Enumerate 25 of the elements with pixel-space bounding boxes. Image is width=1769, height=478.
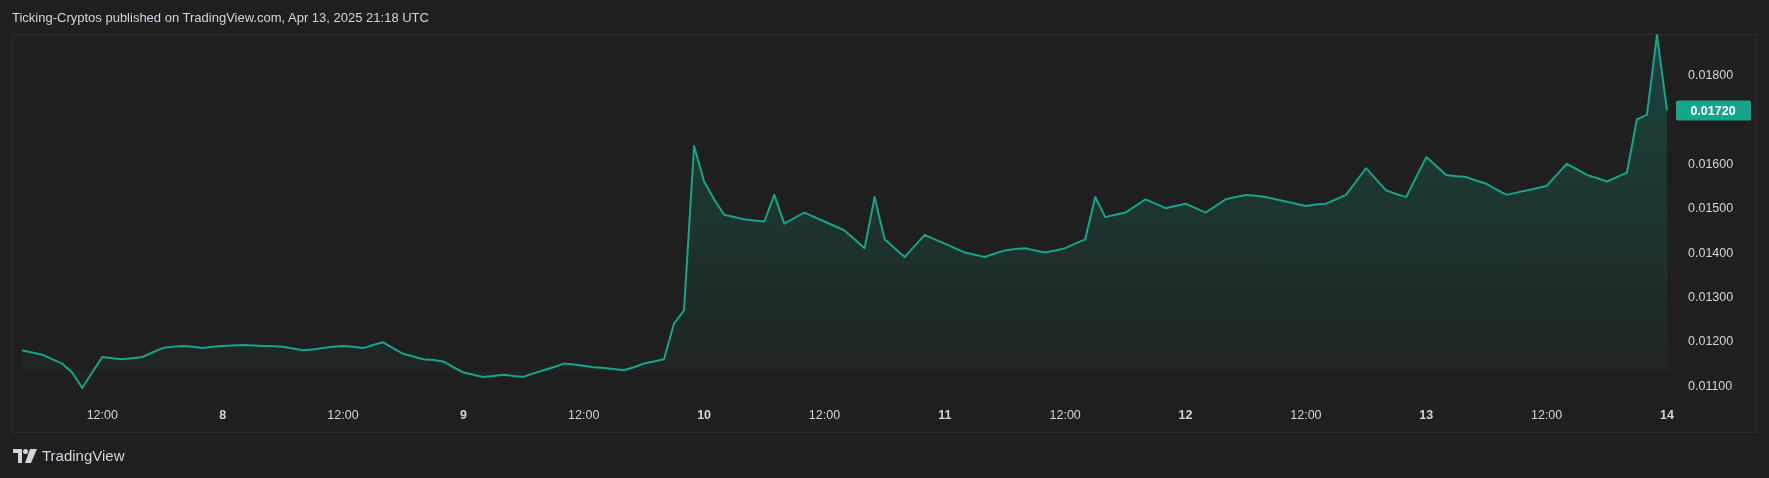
y-axis-label: 0.01100 bbox=[1688, 378, 1733, 393]
x-axis-label: 13 bbox=[1419, 408, 1434, 422]
x-axis-label: 11 bbox=[938, 408, 952, 422]
y-axis-label: 0.01300 bbox=[1688, 290, 1734, 304]
y-axis-label: 0.01600 bbox=[1688, 156, 1734, 171]
x-axis-label: 12:00 bbox=[327, 408, 359, 422]
x-axis-label: 12:00 bbox=[86, 408, 118, 422]
brand-name: TradingView bbox=[42, 447, 125, 464]
y-axis-label: 0.01500 bbox=[1688, 201, 1734, 216]
x-axis-label: 12:00 bbox=[568, 408, 600, 422]
x-axis-label: 14 bbox=[1660, 408, 1674, 422]
x-axis-label: 9 bbox=[459, 408, 467, 422]
x-axis-label: 12:00 bbox=[1531, 408, 1563, 422]
y-axis-label: 0.01200 bbox=[1688, 334, 1734, 349]
x-axis-label: 10 bbox=[697, 408, 712, 422]
x-axis-label: 12:00 bbox=[808, 408, 841, 422]
x-axis-label: 12:00 bbox=[1290, 408, 1322, 422]
x-axis-label: 12 bbox=[1178, 408, 1193, 422]
x-axis-label: 12:00 bbox=[1049, 408, 1081, 422]
x-axis-label: 8 bbox=[219, 408, 227, 422]
y-axis-label: 0.01400 bbox=[1688, 245, 1734, 260]
publication-caption: Ticking-Cryptos published on TradingView.com, Apr 13, 2025 21:18 UTC bbox=[12, 9, 429, 25]
y-axis-label: 0.01800 bbox=[1688, 67, 1734, 82]
logo-icon bbox=[13, 448, 37, 463]
price-badge: 0.01720 bbox=[1676, 100, 1751, 121]
